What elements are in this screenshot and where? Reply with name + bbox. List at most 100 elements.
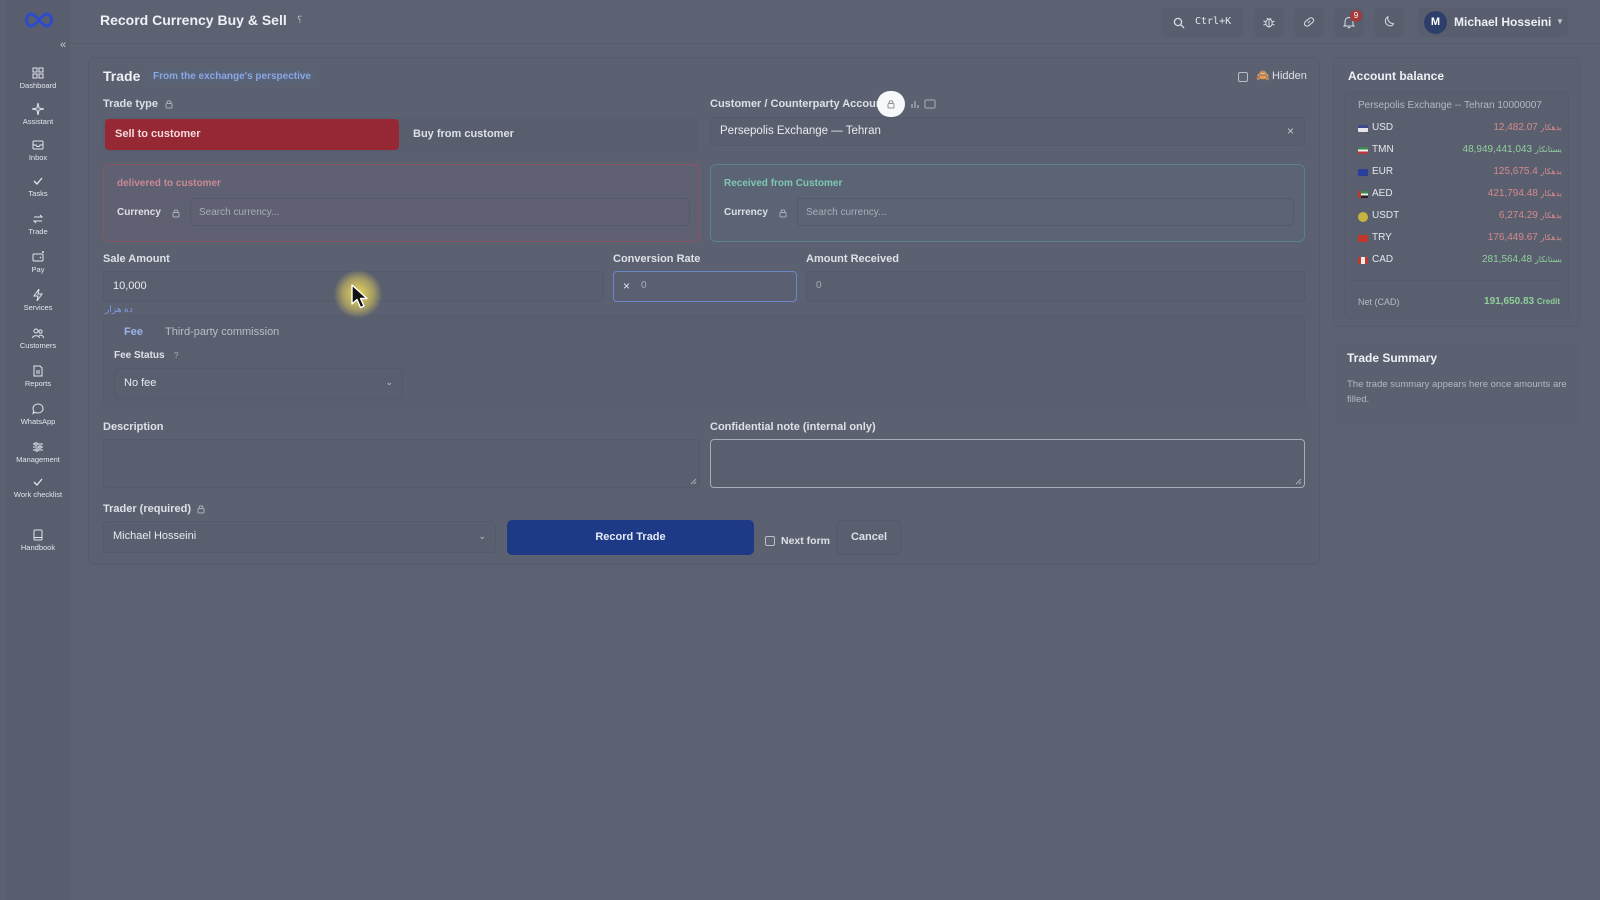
- lock-icon: [779, 209, 787, 218]
- next-form-checkbox[interactable]: [765, 536, 775, 546]
- sale-amount-label: Sale Amount: [103, 253, 170, 265]
- sidebar-item-assistant[interactable]: Assistant: [6, 103, 70, 126]
- sidebar-item-label: Services: [23, 303, 53, 312]
- moon-icon: [1384, 15, 1395, 27]
- balance-currency: TMN: [1372, 144, 1394, 155]
- book-icon: [33, 529, 43, 541]
- balance-row: TRY 176,449.67 بدهکار: [1345, 231, 1570, 251]
- turkey-flag-icon: [1358, 235, 1368, 242]
- chevron-down-icon: ⌄: [385, 377, 393, 387]
- link-button[interactable]: [1294, 8, 1324, 37]
- delivered-currency-search[interactable]: Search currency...: [190, 198, 690, 226]
- lock-icon: [197, 505, 205, 514]
- infinity-logo-icon[interactable]: [22, 10, 56, 30]
- sidebar-item-label: Trade: [28, 227, 48, 236]
- sale-amount-words: ده هزار: [105, 304, 133, 314]
- sidebar-item-management[interactable]: Management: [6, 441, 70, 464]
- trade-section-title: Trade: [103, 68, 141, 84]
- bug-report-button[interactable]: [1254, 8, 1284, 37]
- amount-received-input[interactable]: 0: [806, 271, 1305, 302]
- tab-fee[interactable]: Fee: [124, 326, 143, 338]
- global-search-button[interactable]: Ctrl+K: [1161, 8, 1243, 37]
- iran-flag-icon: [1358, 147, 1368, 154]
- delivered-currency-label: Currency: [117, 207, 161, 218]
- sidebar-item-dashboard[interactable]: Dashboard: [6, 67, 70, 90]
- resize-handle-icon[interactable]: [690, 478, 697, 485]
- trader-select[interactable]: Michael Hosseini ⌄: [103, 521, 496, 553]
- sidebar-item-customers[interactable]: Customers: [6, 327, 70, 350]
- chevron-down-icon: ⌄: [478, 531, 486, 541]
- balance-currency: TRY: [1372, 232, 1392, 243]
- balance-status-label: بدهکار: [1540, 167, 1562, 176]
- customer-select[interactable]: Persepolis Exchange — Tehran ×: [710, 117, 1305, 146]
- mouse-cursor-icon: [351, 284, 368, 309]
- sidebar-item-handbook[interactable]: Handbook: [6, 529, 70, 552]
- sidebar: « Dashboard Assistant Inbox Tasks Trade …: [6, 0, 70, 900]
- user-menu[interactable]: M Michael Hosseini ▼: [1418, 8, 1568, 37]
- dashboard-icon: [32, 67, 44, 79]
- dark-mode-toggle[interactable]: [1374, 8, 1404, 37]
- delivered-title: delivered to customer: [117, 178, 221, 189]
- confidential-note-textarea[interactable]: [710, 439, 1305, 488]
- link-icon: [1303, 17, 1315, 27]
- customer-value: Persepolis Exchange — Tehran: [720, 125, 881, 137]
- balance-amount-value: 12,482.07: [1493, 122, 1538, 133]
- info-icon: ?: [174, 351, 179, 360]
- balance-amount: 176,449.67 بدهکار: [1488, 232, 1562, 243]
- lock-icon: [165, 100, 173, 109]
- customer-lock-button[interactable]: [877, 91, 905, 117]
- delivered-currency-placeholder: Search currency...: [199, 207, 280, 218]
- sell-to-customer-button[interactable]: Sell to customer: [105, 119, 399, 150]
- sidebar-item-label: Reports: [24, 379, 52, 388]
- conversion-rate-input[interactable]: × 0: [613, 271, 797, 302]
- users-icon: [32, 328, 44, 339]
- chart-icon[interactable]: [910, 99, 920, 109]
- cancel-button[interactable]: Cancel: [836, 520, 902, 555]
- sidebar-item-label: Work checklist: [13, 490, 63, 499]
- clear-customer-icon[interactable]: ×: [1287, 124, 1294, 138]
- sidebar-item-label: Dashboard: [19, 81, 57, 90]
- received-currency-search[interactable]: Search currency...: [797, 198, 1294, 226]
- checklist-icon: [33, 478, 43, 486]
- title-help-mark[interactable]: ؟: [297, 15, 302, 26]
- report-icon: [33, 365, 43, 377]
- resize-handle-icon[interactable]: [1295, 478, 1302, 485]
- bug-icon: [1263, 17, 1275, 28]
- balance-status-label: بستانکار: [1534, 255, 1562, 264]
- record-trade-button[interactable]: Record Trade: [507, 520, 754, 555]
- sidebar-item-services[interactable]: Services: [6, 289, 70, 312]
- balance-account-name: Persepolis Exchange -- Tehran 10000007: [1358, 100, 1542, 111]
- balance-row: USD 12,482.07 بدهکار: [1345, 121, 1570, 141]
- tab-third-party-commission[interactable]: Third-party commission: [165, 326, 279, 338]
- card-icon[interactable]: [924, 99, 936, 109]
- sidebar-item-reports[interactable]: Reports: [6, 365, 70, 388]
- sidebar-item-work-checklist[interactable]: Work checklist: [6, 476, 70, 499]
- multiply-icon: ×: [623, 279, 631, 293]
- net-amount: 191,650.83: [1484, 296, 1535, 307]
- sidebar-item-inbox[interactable]: Inbox: [6, 139, 70, 162]
- usdt-coin-icon: [1358, 212, 1368, 222]
- balance-row: USDT 6,274.29 بدهکار: [1345, 209, 1570, 229]
- hidden-checkbox[interactable]: [1238, 72, 1248, 82]
- fee-status-select[interactable]: No fee ⌄: [114, 368, 403, 399]
- balance-status-label: بدهکار: [1540, 211, 1562, 220]
- sidebar-item-label: Management: [16, 455, 60, 464]
- sidebar-item-whatsapp[interactable]: WhatsApp: [6, 403, 70, 426]
- fee-status-value: No fee: [124, 377, 157, 389]
- balance-row: AED 421,794.48 بدهکار: [1345, 187, 1570, 207]
- buy-from-customer-button[interactable]: Buy from customer: [413, 128, 514, 140]
- chat-icon: [32, 403, 44, 415]
- confidential-note-label: Confidential note (internal only): [710, 421, 876, 433]
- collapse-sidebar-icon[interactable]: «: [56, 38, 70, 52]
- user-name: Michael Hosseini: [1454, 15, 1552, 29]
- notifications-button[interactable]: 9: [1334, 8, 1364, 37]
- avatar: M: [1424, 11, 1447, 34]
- sidebar-item-label: Customers: [19, 341, 57, 350]
- account-balance-title: Account balance: [1348, 69, 1445, 83]
- sidebar-item-tasks[interactable]: Tasks: [6, 175, 70, 198]
- sidebar-item-pay[interactable]: Pay: [6, 251, 70, 274]
- sidebar-item-trade[interactable]: Trade: [6, 213, 70, 236]
- net-label: Net (CAD): [1358, 297, 1400, 307]
- balance-amount-value: 125,675.4: [1493, 166, 1538, 177]
- description-textarea[interactable]: [103, 439, 700, 488]
